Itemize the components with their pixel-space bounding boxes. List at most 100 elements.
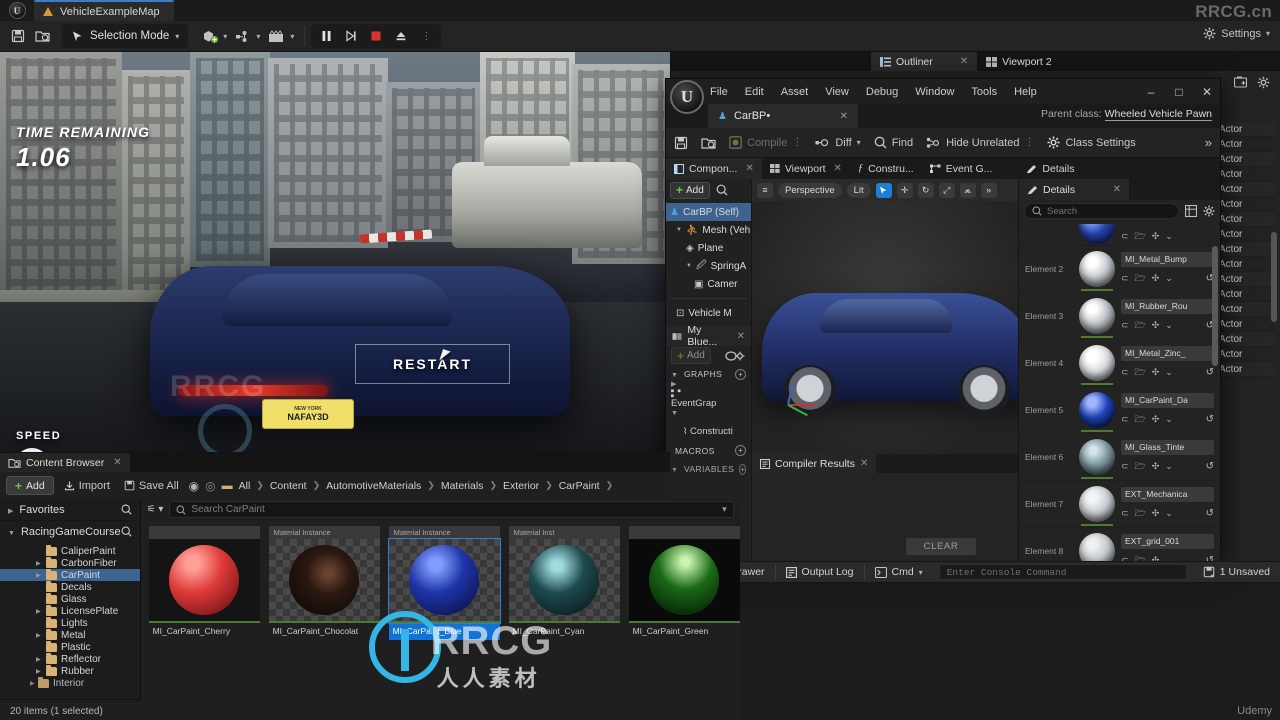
my-blueprint-item-construction-script[interactable]: ⌇ Constructi — [666, 422, 751, 441]
perspective-button[interactable]: Perspective — [778, 182, 842, 198]
folder-node-licenseplate[interactable]: ▶ LicensePlate — [0, 604, 140, 617]
folder-node-rubber[interactable]: ▶ Rubber — [0, 664, 140, 677]
tab-compiler-results[interactable]: Compiler Results ✕ — [752, 454, 877, 473]
open-asset-icon[interactable]: 🗁 — [1135, 271, 1146, 287]
menu-debug[interactable]: Debug — [866, 86, 898, 98]
menu-window[interactable]: Window — [915, 86, 954, 98]
diff-button[interactable]: Diff ▾ — [815, 137, 861, 149]
my-blueprint-item-eventgraph[interactable]: ▶ EventGrap — [666, 381, 751, 409]
browse-to-asset-icon[interactable]: ⊂ — [1121, 508, 1129, 519]
add-actor-button[interactable]: ▾ — [198, 24, 231, 48]
breadcrumb-automotivematerials[interactable]: AutomotiveMaterials — [326, 480, 421, 492]
table-row[interactable]: ⊂ 🗁 ✣ ⌄ — [1019, 224, 1220, 246]
chevron-down-icon[interactable]: ⌄ — [1165, 273, 1173, 284]
asset-tile-cherry[interactable]: MI_CarPaint_Cherry — [148, 526, 260, 640]
component-node-springarm[interactable]: ▼ 🖉 SpringA — [666, 257, 751, 275]
breadcrumb-all[interactable]: All — [239, 480, 251, 492]
close-icon[interactable]: ✕ — [737, 331, 745, 342]
table-row[interactable]: Actor — [1217, 137, 1275, 152]
my-blueprint-add-button[interactable]: + Add — [671, 347, 711, 364]
menu-asset[interactable]: Asset — [781, 86, 809, 98]
gear-icon[interactable] — [1203, 205, 1215, 217]
details-search-input[interactable]: Search — [1024, 203, 1179, 219]
eject-button[interactable] — [389, 24, 413, 48]
material-name[interactable]: MI_Metal_Bump — [1121, 251, 1214, 267]
asset-tile-chocolat[interactable]: Material Instance MI_CarPaint_Chocolat — [268, 526, 380, 640]
close-icon[interactable]: ✕ — [860, 458, 868, 469]
chevron-right-icon[interactable]: ▶ — [8, 508, 13, 515]
chevron-down-icon[interactable]: ⌄ — [1165, 508, 1173, 519]
material-thumbnail[interactable] — [1079, 533, 1115, 562]
tab-event-graph[interactable]: Event G... — [922, 158, 1001, 179]
cinematics-button[interactable]: ▾ — [264, 24, 298, 48]
browse-to-asset-icon[interactable]: ⊂ — [1121, 273, 1129, 284]
folder-node-carbonfiber[interactable]: ▶ CarbonFiber — [0, 556, 140, 569]
table-row[interactable]: Actor — [1217, 227, 1275, 242]
cursor-select-icon[interactable] — [875, 182, 892, 198]
folder-node-caliperpaint[interactable]: CaliperPaint — [0, 544, 140, 557]
toolbar-overflow-icon[interactable]: » — [1205, 135, 1212, 150]
use-selected-icon[interactable]: ✣ — [1152, 508, 1160, 519]
breadcrumb-carpaint[interactable]: CarPaint — [559, 480, 600, 492]
tab-content-browser[interactable]: Content Browser ✕ — [0, 453, 130, 472]
details-scrollbar[interactable] — [1212, 246, 1218, 366]
navigate-forward-icon[interactable]: ◎ — [205, 479, 215, 493]
use-selected-icon[interactable]: ✣ — [1152, 273, 1160, 284]
chevron-down-icon[interactable]: ▼ — [676, 227, 682, 233]
tab-viewport[interactable]: Viewport ✕ — [762, 158, 850, 179]
menu-edit[interactable]: Edit — [745, 86, 764, 98]
translate-gizmo-icon[interactable]: ✛ — [896, 182, 913, 198]
transform-gizmo[interactable] — [782, 372, 822, 417]
material-thumbnail[interactable] — [1079, 486, 1115, 526]
chevron-down-icon[interactable]: ⌄ — [1165, 320, 1173, 331]
open-asset-icon[interactable]: 🗁 — [1135, 412, 1146, 428]
use-selected-icon[interactable]: ✣ — [1152, 367, 1160, 378]
add-variable-icon[interactable]: + — [739, 464, 746, 475]
chevron-right-icon[interactable]: ▶ — [36, 572, 41, 579]
output-log-button[interactable]: Output Log — [776, 561, 864, 583]
breadcrumb-content[interactable]: Content — [270, 480, 307, 492]
chevron-down-icon[interactable]: ▾ — [722, 504, 727, 515]
material-name[interactable]: MI_CarPaint_Da — [1121, 392, 1214, 408]
browse-to-asset-icon[interactable]: ⊂ — [1121, 320, 1129, 331]
cmd-selector[interactable]: Cmd ▾ — [865, 561, 933, 583]
close-icon[interactable]: ✕ — [1113, 184, 1121, 195]
compile-options-icon[interactable]: ⋮ — [792, 137, 802, 148]
table-row[interactable]: Actor — [1217, 302, 1275, 317]
hamburger-icon[interactable]: ≡ — [757, 182, 773, 198]
save-button[interactable] — [6, 24, 30, 48]
compile-button[interactable]: Compile ⋮ — [729, 136, 802, 149]
menu-help[interactable]: Help — [1014, 86, 1037, 98]
chevron-right-icon[interactable]: ▶ — [36, 560, 41, 567]
material-thumbnail[interactable] — [1079, 439, 1115, 479]
level-tab-vehicleexamplemap[interactable]: VehicleExampleMap — [34, 0, 174, 21]
table-row[interactable]: Element 5 MI_CarPaint_Da ⊂ 🗁 ✣ ⌄ ↺ — [1019, 387, 1220, 434]
chevron-right-icon[interactable]: ▶ — [36, 656, 41, 663]
cb-save-all-button[interactable]: Save All — [120, 474, 183, 498]
table-row[interactable]: Actor — [1217, 362, 1275, 377]
browse-to-asset-icon[interactable]: ⊂ — [1121, 231, 1129, 242]
close-icon[interactable]: ✕ — [840, 111, 848, 122]
tab-details-strip[interactable]: Details — [1018, 158, 1082, 179]
table-row[interactable]: Element 7 EXT_Mechanica ⊂ 🗁 ✣ ⌄ ↺ — [1019, 481, 1220, 528]
filters-icon[interactable]: ⚟ ▾ — [147, 504, 164, 515]
reset-to-default-icon[interactable]: ↺ — [1206, 367, 1214, 378]
material-name[interactable]: MI_Glass_Tinte — [1121, 439, 1214, 455]
material-thumbnail[interactable] — [1079, 251, 1115, 291]
folder-node-glass[interactable]: Glass — [0, 592, 140, 605]
component-node-plane[interactable]: ◈ Plane — [666, 239, 751, 257]
open-asset-icon[interactable]: 🗁 — [1135, 229, 1146, 245]
table-row[interactable]: Actor — [1217, 347, 1275, 362]
open-asset-icon[interactable]: 🗁 — [1135, 365, 1146, 381]
table-row[interactable]: Actor — [1217, 167, 1275, 182]
find-button[interactable]: Find — [874, 136, 913, 149]
asset-tab-carbp[interactable]: ♟ CarBP• ✕ — [708, 104, 858, 128]
toolbar-settings-button[interactable]: Settings ▾ — [1203, 27, 1270, 40]
viewport-more-icon[interactable]: » — [980, 182, 997, 198]
tab-components[interactable]: Compon... ✕ — [666, 158, 762, 179]
material-thumbnail[interactable] — [1079, 298, 1115, 338]
tab-outliner[interactable]: Outliner ✕ — [871, 52, 978, 71]
material-thumbnail[interactable] — [1079, 392, 1115, 432]
close-icon[interactable]: ✕ — [960, 56, 968, 67]
material-thumbnail[interactable] — [1079, 224, 1115, 244]
